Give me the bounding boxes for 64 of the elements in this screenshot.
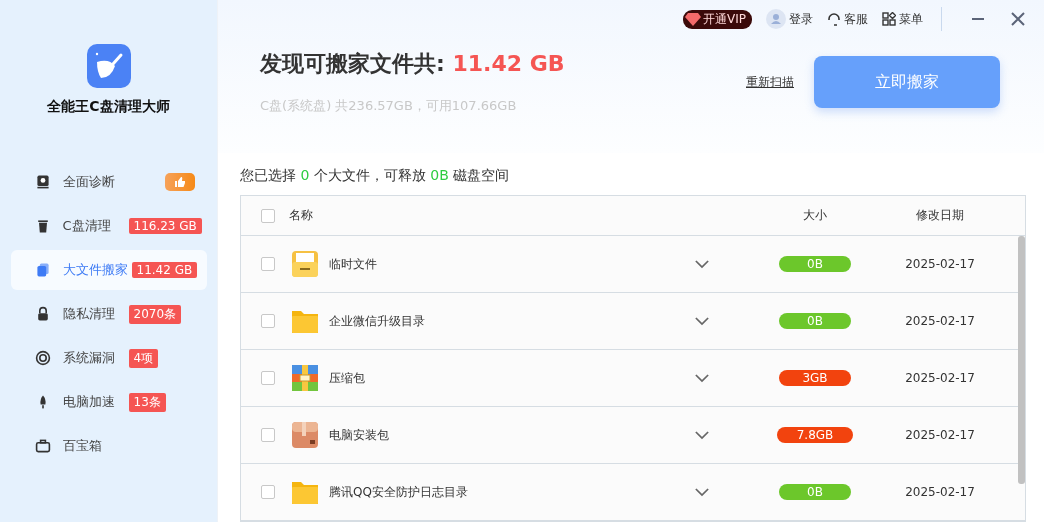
size-badge: 0B <box>779 313 851 329</box>
scrollbar[interactable] <box>1018 236 1025 484</box>
broom-logo-icon <box>86 44 131 88</box>
sidebar-item[interactable]: 全面诊断 <box>10 162 207 202</box>
sidebar-item[interactable]: 系统漏洞 4项 <box>10 338 207 378</box>
chevron-down-icon[interactable] <box>695 487 709 497</box>
chevron-down-icon[interactable] <box>695 373 709 383</box>
vip-button[interactable]: 开通VIP <box>683 9 752 29</box>
documents-icon <box>34 262 51 278</box>
close-icon[interactable] <box>1010 11 1026 27</box>
grid-menu-icon <box>882 12 896 26</box>
count-badge: 13条 <box>128 392 166 412</box>
toolbox-icon <box>34 438 51 454</box>
archive-icon <box>291 364 319 392</box>
count-badge: 11.42 GB <box>131 262 198 278</box>
date-cell-text: 2025-02-17 <box>904 371 976 385</box>
select-all-checkbox[interactable] <box>261 208 275 223</box>
size-badge: 0B <box>779 484 851 500</box>
thumbs-up-badge <box>164 173 195 191</box>
chevron-down-icon[interactable] <box>695 430 709 440</box>
size-badge: 7.8GB <box>776 427 854 443</box>
row-checkbox[interactable] <box>261 485 275 499</box>
sidebar-item[interactable]: 百宝箱 <box>10 426 207 466</box>
column-header: 大小 <box>802 207 828 224</box>
drawer-icon <box>291 250 319 278</box>
search-icon <box>34 174 51 190</box>
app-name: 全能王C盘清理大师 <box>47 98 170 116</box>
file-name: 电脑安装包 <box>329 426 390 444</box>
row-checkbox[interactable] <box>261 257 275 271</box>
date-cell-text: 2025-02-17 <box>904 314 976 328</box>
file-name: 腾讯QQ安全防护日志目录 <box>329 483 469 501</box>
sidebar-item[interactable]: 隐私清理 2070条 <box>10 294 207 334</box>
sidebar-item[interactable]: 电脑加速 13条 <box>10 382 207 422</box>
sidebar-item[interactable]: 大文件搬家 11.42 GB <box>10 250 207 290</box>
date-cell-text: 2025-02-17 <box>904 485 976 499</box>
count-badge: 2070条 <box>128 304 182 324</box>
chevron-down-icon[interactable] <box>695 316 709 326</box>
package-icon <box>291 421 319 449</box>
support-button[interactable]: 客服 <box>827 10 868 28</box>
date-cell-text: 2025-02-17 <box>904 428 976 442</box>
date-cell-text: 2025-02-17 <box>904 257 976 271</box>
file-name: 压缩包 <box>329 369 366 387</box>
headset-icon <box>827 12 841 26</box>
count-badge: 4项 <box>128 348 159 368</box>
avatar-icon <box>766 9 786 29</box>
column-header: 修改日期 <box>915 207 965 224</box>
column-header: 名称 <box>289 207 314 224</box>
sidebar-item[interactable]: C盘清理 116.23 GB <box>10 206 207 246</box>
menu-button[interactable]: 菜单 <box>882 10 923 28</box>
size-badge: 0B <box>779 256 851 272</box>
file-name: 企业微信升级目录 <box>329 312 426 330</box>
rescan-link[interactable]: 重新扫描 <box>746 73 794 91</box>
found-files-title: 发现可搬家文件共: 11.42 GB <box>260 50 566 78</box>
row-checkbox[interactable] <box>261 371 275 385</box>
row-checkbox[interactable] <box>261 314 275 328</box>
row-checkbox[interactable] <box>261 428 275 442</box>
file-name: 临时文件 <box>329 255 378 273</box>
diamond-icon <box>685 12 701 26</box>
size-badge: 3GB <box>779 370 851 386</box>
radar-icon <box>34 350 51 366</box>
chevron-down-icon[interactable] <box>695 259 709 269</box>
selection-summary: 您已选择 0 个大文件，可释放 0B 磁盘空间 <box>240 167 511 185</box>
count-badge: 116.23 GB <box>128 218 202 234</box>
login-button[interactable]: 登录 <box>766 9 813 29</box>
